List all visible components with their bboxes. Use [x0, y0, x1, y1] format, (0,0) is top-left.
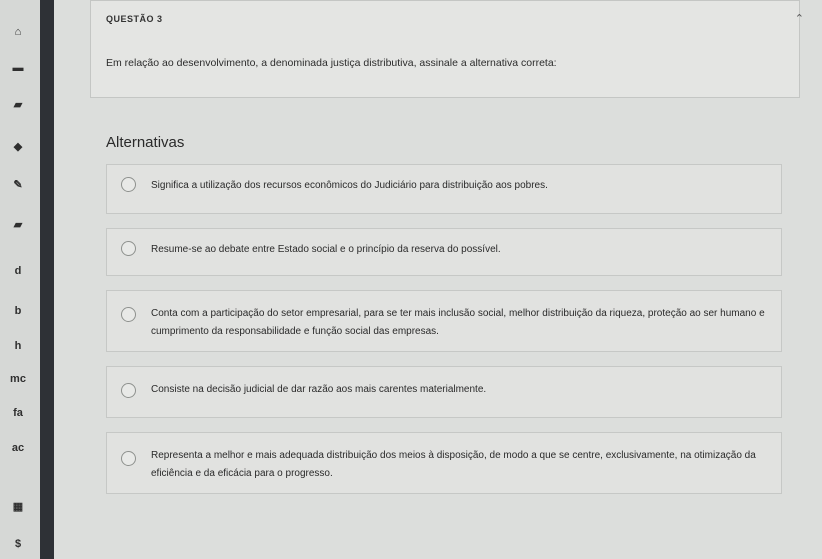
- question-title: QUESTÃO 3: [106, 14, 163, 24]
- sidebar-letter-mc[interactable]: mc: [8, 373, 28, 385]
- option-d[interactable]: Consiste na decisão judicial de dar razã…: [106, 366, 782, 418]
- option-text: Representa a melhor e mais adequada dist…: [151, 450, 756, 479]
- option-b[interactable]: Resume-se ao debate entre Estado social …: [106, 228, 782, 276]
- option-a[interactable]: Significa a utilização dos recursos econ…: [106, 164, 782, 214]
- alternatives-heading: Alternativas: [106, 134, 185, 151]
- monitor-icon[interactable]: ▬: [8, 62, 28, 74]
- option-c[interactable]: Conta com a participação do setor empres…: [106, 290, 782, 352]
- sidebar-letter-d[interactable]: d: [8, 265, 28, 277]
- radio-button[interactable]: [121, 307, 136, 322]
- option-e[interactable]: Representa a melhor e mais adequada dist…: [106, 432, 782, 494]
- sidebar-letter-b[interactable]: b: [8, 305, 28, 317]
- home-icon[interactable]: ⌂: [8, 26, 28, 38]
- radio-button[interactable]: [121, 451, 136, 466]
- pencil-icon[interactable]: ✎: [8, 178, 28, 191]
- radio-button[interactable]: [121, 241, 136, 256]
- sidebar-divider: [40, 0, 54, 559]
- graduation-cap-icon[interactable]: ▰: [8, 218, 28, 231]
- dollar-icon[interactable]: $: [8, 538, 28, 550]
- option-text: Significa a utilização dos recursos econ…: [151, 180, 548, 191]
- sidebar-letter-fa[interactable]: fa: [8, 407, 28, 419]
- radio-button[interactable]: [121, 177, 136, 192]
- main-content: QUESTÃO 3 ⌃ Em relação ao desenvolviment…: [54, 0, 822, 559]
- question-text: Em relação ao desenvolvimento, a denomin…: [106, 57, 557, 69]
- chevron-up-icon[interactable]: ⌃: [795, 12, 804, 25]
- question-card: [90, 0, 800, 98]
- option-text: Conta com a participação do setor empres…: [151, 308, 765, 337]
- graduation-cap-icon[interactable]: ▰: [8, 98, 28, 111]
- sidebar-letter-h[interactable]: h: [8, 340, 28, 352]
- option-text: Consiste na decisão judicial de dar razã…: [151, 384, 487, 395]
- option-text: Resume-se ao debate entre Estado social …: [151, 244, 501, 255]
- sidebar-letter-ac[interactable]: ac: [8, 442, 28, 454]
- cart-icon[interactable]: ▦: [8, 500, 28, 513]
- sidebar: ⌂ ▬ ▰ ◆ ✎ ▰ d b h mc fa ac ▦ $: [0, 0, 40, 559]
- radio-button[interactable]: [121, 383, 136, 398]
- diamond-icon[interactable]: ◆: [8, 140, 28, 153]
